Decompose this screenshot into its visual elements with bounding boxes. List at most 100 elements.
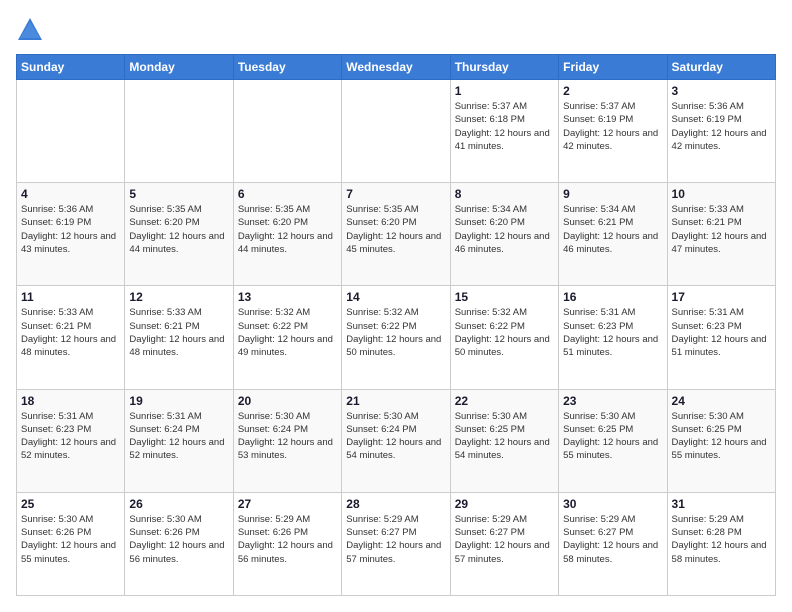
- day-number: 4: [21, 187, 120, 201]
- day-info: Sunrise: 5:32 AMSunset: 6:22 PMDaylight:…: [238, 307, 333, 358]
- day-number: 6: [238, 187, 337, 201]
- calendar-cell: [17, 80, 125, 183]
- logo: [16, 16, 48, 44]
- calendar-cell: 29Sunrise: 5:29 AMSunset: 6:27 PMDayligh…: [450, 492, 558, 595]
- day-info: Sunrise: 5:36 AMSunset: 6:19 PMDaylight:…: [672, 101, 767, 152]
- calendar-week-row: 1Sunrise: 5:37 AMSunset: 6:18 PMDaylight…: [17, 80, 776, 183]
- calendar-cell: 21 Sunrise: 5:30 AMSunset: 6:24 PMDayligh…: [342, 389, 450, 492]
- calendar-cell: 25 Sunrise: 5:30 AMSunset: 6:26 PMDayligh…: [17, 492, 125, 595]
- day-info: Sunrise: 5:30 AMSunset: 6:24 PMDaylight:…: [238, 411, 333, 462]
- calendar-header-tuesday: Tuesday: [233, 55, 341, 80]
- calendar-cell: 9 Sunrise: 5:34 AMSunset: 6:21 PMDaylight…: [559, 183, 667, 286]
- day-number: 10: [672, 187, 771, 201]
- day-number: 29: [455, 497, 554, 511]
- logo-icon: [16, 16, 44, 44]
- calendar-header-wednesday: Wednesday: [342, 55, 450, 80]
- calendar-cell: [233, 80, 341, 183]
- calendar-header-thursday: Thursday: [450, 55, 558, 80]
- day-info: Sunrise: 5:33 AMSunset: 6:21 PMDaylight:…: [129, 307, 224, 358]
- day-number: 24: [672, 394, 771, 408]
- day-number: 23: [563, 394, 662, 408]
- day-info: Sunrise: 5:31 AMSunset: 6:23 PMDaylight:…: [21, 411, 116, 462]
- calendar-cell: 22 Sunrise: 5:30 AMSunset: 6:25 PMDayligh…: [450, 389, 558, 492]
- calendar-cell: 14Sunrise: 5:32 AMSunset: 6:22 PMDayligh…: [342, 286, 450, 389]
- calendar-cell: 10 Sunrise: 5:33 AMSunset: 6:21 PMDayligh…: [667, 183, 775, 286]
- day-number: 11: [21, 290, 120, 304]
- day-number: 7: [346, 187, 445, 201]
- calendar-cell: 8 Sunrise: 5:34 AMSunset: 6:20 PMDaylight…: [450, 183, 558, 286]
- calendar-header-sunday: Sunday: [17, 55, 125, 80]
- calendar-week-row: 25 Sunrise: 5:30 AMSunset: 6:26 PMDayligh…: [17, 492, 776, 595]
- day-number: 13: [238, 290, 337, 304]
- calendar-cell: 2 Sunrise: 5:37 AMSunset: 6:19 PMDaylight…: [559, 80, 667, 183]
- day-info: Sunrise: 5:35 AMSunset: 6:20 PMDaylight:…: [129, 204, 224, 255]
- calendar-cell: 23Sunrise: 5:30 AMSunset: 6:25 PMDayligh…: [559, 389, 667, 492]
- calendar-cell: 30Sunrise: 5:29 AMSunset: 6:27 PMDayligh…: [559, 492, 667, 595]
- day-info: Sunrise: 5:36 AMSunset: 6:19 PMDaylight:…: [21, 204, 116, 255]
- day-number: 25: [21, 497, 120, 511]
- calendar-cell: 13 Sunrise: 5:32 AMSunset: 6:22 PMDayligh…: [233, 286, 341, 389]
- day-info: Sunrise: 5:33 AMSunset: 6:21 PMDaylight:…: [672, 204, 767, 255]
- day-number: 28: [346, 497, 445, 511]
- calendar-header-friday: Friday: [559, 55, 667, 80]
- calendar-cell: 28 Sunrise: 5:29 AMSunset: 6:27 PMDayligh…: [342, 492, 450, 595]
- day-info: Sunrise: 5:30 AMSunset: 6:25 PMDaylight:…: [455, 411, 550, 462]
- calendar-cell: 20 Sunrise: 5:30 AMSunset: 6:24 PMDayligh…: [233, 389, 341, 492]
- day-info: Sunrise: 5:29 AMSunset: 6:27 PMDaylight:…: [346, 514, 441, 565]
- calendar-cell: 27 Sunrise: 5:29 AMSunset: 6:26 PMDayligh…: [233, 492, 341, 595]
- day-info: Sunrise: 5:30 AMSunset: 6:26 PMDaylight:…: [21, 514, 116, 565]
- header: [16, 16, 776, 44]
- calendar-cell: 24Sunrise: 5:30 AMSunset: 6:25 PMDayligh…: [667, 389, 775, 492]
- calendar-cell: 12Sunrise: 5:33 AMSunset: 6:21 PMDayligh…: [125, 286, 233, 389]
- day-info: Sunrise: 5:29 AMSunset: 6:28 PMDaylight:…: [672, 514, 767, 565]
- day-info: Sunrise: 5:29 AMSunset: 6:26 PMDaylight:…: [238, 514, 333, 565]
- calendar-cell: 16 Sunrise: 5:31 AMSunset: 6:23 PMDayligh…: [559, 286, 667, 389]
- day-info: Sunrise: 5:31 AMSunset: 6:23 PMDaylight:…: [672, 307, 767, 358]
- day-number: 21: [346, 394, 445, 408]
- calendar-cell: 1Sunrise: 5:37 AMSunset: 6:18 PMDaylight…: [450, 80, 558, 183]
- calendar-cell: 3 Sunrise: 5:36 AMSunset: 6:19 PMDaylight…: [667, 80, 775, 183]
- calendar-cell: 5 Sunrise: 5:35 AMSunset: 6:20 PMDaylight…: [125, 183, 233, 286]
- day-number: 3: [672, 84, 771, 98]
- day-number: 17: [672, 290, 771, 304]
- day-number: 8: [455, 187, 554, 201]
- day-number: 5: [129, 187, 228, 201]
- day-number: 9: [563, 187, 662, 201]
- day-info: Sunrise: 5:34 AMSunset: 6:20 PMDaylight:…: [455, 204, 550, 255]
- day-info: Sunrise: 5:35 AMSunset: 6:20 PMDaylight:…: [238, 204, 333, 255]
- calendar-week-row: 11 Sunrise: 5:33 AMSunset: 6:21 PMDayligh…: [17, 286, 776, 389]
- calendar-cell: 19 Sunrise: 5:31 AMSunset: 6:24 PMDayligh…: [125, 389, 233, 492]
- calendar-cell: [125, 80, 233, 183]
- day-number: 2: [563, 84, 662, 98]
- page: SundayMondayTuesdayWednesdayThursdayFrid…: [0, 0, 792, 612]
- day-info: Sunrise: 5:30 AMSunset: 6:24 PMDaylight:…: [346, 411, 441, 462]
- calendar-week-row: 18Sunrise: 5:31 AMSunset: 6:23 PMDayligh…: [17, 389, 776, 492]
- day-info: Sunrise: 5:32 AMSunset: 6:22 PMDaylight:…: [346, 307, 441, 358]
- day-info: Sunrise: 5:34 AMSunset: 6:21 PMDaylight:…: [563, 204, 658, 255]
- day-info: Sunrise: 5:37 AMSunset: 6:18 PMDaylight:…: [455, 101, 550, 152]
- calendar-header-monday: Monday: [125, 55, 233, 80]
- day-number: 30: [563, 497, 662, 511]
- day-number: 19: [129, 394, 228, 408]
- day-number: 20: [238, 394, 337, 408]
- calendar-cell: [342, 80, 450, 183]
- day-info: Sunrise: 5:37 AMSunset: 6:19 PMDaylight:…: [563, 101, 658, 152]
- calendar-week-row: 4 Sunrise: 5:36 AMSunset: 6:19 PMDaylight…: [17, 183, 776, 286]
- day-number: 22: [455, 394, 554, 408]
- calendar-cell: 31 Sunrise: 5:29 AMSunset: 6:28 PMDayligh…: [667, 492, 775, 595]
- day-number: 27: [238, 497, 337, 511]
- day-info: Sunrise: 5:31 AMSunset: 6:23 PMDaylight:…: [563, 307, 658, 358]
- calendar-cell: 6 Sunrise: 5:35 AMSunset: 6:20 PMDaylight…: [233, 183, 341, 286]
- calendar-cell: 18Sunrise: 5:31 AMSunset: 6:23 PMDayligh…: [17, 389, 125, 492]
- day-number: 15: [455, 290, 554, 304]
- day-info: Sunrise: 5:31 AMSunset: 6:24 PMDaylight:…: [129, 411, 224, 462]
- day-number: 31: [672, 497, 771, 511]
- day-info: Sunrise: 5:30 AMSunset: 6:26 PMDaylight:…: [129, 514, 224, 565]
- calendar-table: SundayMondayTuesdayWednesdayThursdayFrid…: [16, 54, 776, 596]
- calendar-cell: 17 Sunrise: 5:31 AMSunset: 6:23 PMDayligh…: [667, 286, 775, 389]
- calendar-cell: 4 Sunrise: 5:36 AMSunset: 6:19 PMDaylight…: [17, 183, 125, 286]
- calendar-cell: 26Sunrise: 5:30 AMSunset: 6:26 PMDayligh…: [125, 492, 233, 595]
- calendar-cell: 11Sunrise: 5:33 AMSunset: 6:21 PMDayligh…: [17, 286, 125, 389]
- day-number: 16: [563, 290, 662, 304]
- day-info: Sunrise: 5:32 AMSunset: 6:22 PMDaylight:…: [455, 307, 550, 358]
